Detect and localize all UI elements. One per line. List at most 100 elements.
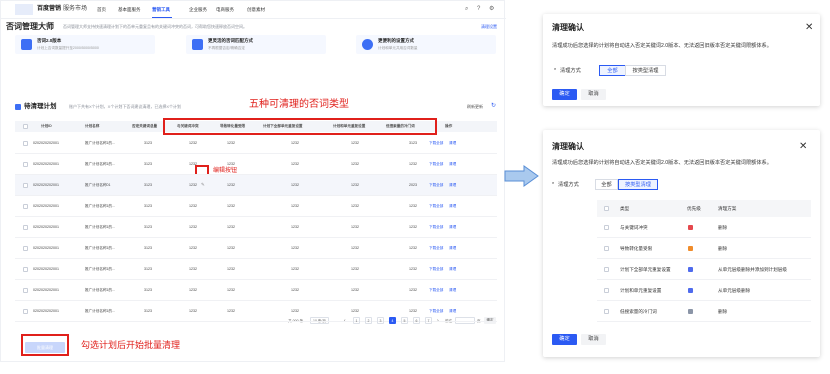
help-icon[interactable]: ?: [477, 6, 480, 12]
option-by-type[interactable]: 按类型清理: [625, 65, 666, 76]
column-header: 操作: [445, 124, 453, 128]
select-all-checkbox[interactable]: [23, 124, 28, 129]
table-cell: 0202020202001: [33, 141, 59, 145]
col-plan: 清理方案: [718, 206, 737, 211]
edit-icon[interactable]: ✎: [201, 182, 205, 188]
page-button[interactable]: 1: [353, 317, 360, 324]
priority-icon: [688, 288, 693, 293]
download-all-link[interactable]: 下载全部: [429, 288, 443, 293]
option-by-type[interactable]: 按类型清理: [618, 179, 658, 190]
row-checkbox[interactable]: [23, 225, 28, 230]
type-name: 低搜索量的冷门词: [620, 309, 657, 314]
table-cell: 1232: [291, 204, 299, 208]
option-all[interactable]: 全部: [595, 179, 618, 190]
type-checkbox[interactable]: [604, 309, 609, 314]
table-cell: 3123: [144, 309, 152, 313]
table-cell: 3123: [144, 288, 152, 292]
priority-icon: [688, 225, 693, 230]
row-checkbox[interactable]: [23, 204, 28, 209]
table-cell: 1232: [189, 204, 197, 208]
cancel-button[interactable]: 取消: [581, 334, 606, 345]
row-checkbox[interactable]: [23, 288, 28, 293]
table-cell: 2023: [409, 183, 417, 187]
clean-link[interactable]: 清理: [449, 309, 456, 314]
cancel-button[interactable]: 取消: [581, 89, 606, 100]
download-all-link[interactable]: 下载全部: [429, 225, 443, 230]
nav-ecommerce[interactable]: 电商服务: [216, 7, 234, 13]
nav-basic-service[interactable]: 基本面服务: [118, 7, 141, 13]
download-all-link[interactable]: 下载全部: [429, 162, 443, 167]
table-cell: 1232: [291, 309, 299, 313]
table-cell: 3123: [144, 267, 152, 271]
close-icon[interactable]: ✕: [805, 23, 813, 33]
download-all-link[interactable]: 下载全部: [429, 309, 443, 314]
user-menu-icon[interactable]: ⚙: [489, 6, 494, 12]
confirm-button[interactable]: 确定: [552, 334, 577, 345]
type-checkbox[interactable]: [604, 246, 609, 251]
table-cell: 1232: [227, 162, 235, 166]
table-cell: 1232: [351, 267, 359, 271]
document-icon: [21, 39, 32, 50]
annotation-types: 五种可清理的否词类型: [249, 99, 349, 110]
clean-link[interactable]: 清理: [449, 267, 456, 272]
table-cell: 推广计划名称01: [85, 183, 111, 187]
close-icon[interactable]: ✕: [799, 142, 807, 152]
cleanup-plan: 删除: [718, 246, 728, 251]
table-cell: 1232: [189, 267, 197, 271]
column-header: 与关键词冲突: [177, 124, 199, 128]
clean-link[interactable]: 清理: [449, 246, 456, 251]
row-checkbox[interactable]: [23, 162, 28, 167]
dialog-description: 清理成功后您选择的计划将自动进入否定关键词2.0版本、无法返回旧版本否定关键词限…: [552, 43, 772, 49]
clean-link[interactable]: 清理: [449, 225, 456, 230]
clean-link[interactable]: 清理: [449, 183, 456, 188]
page-button[interactable]: 2: [365, 317, 372, 324]
confirm-dialog-all: 清理确认 ✕ 清理成功后您选择的计划将自动进入否定关键词2.0版本、无法返回旧版…: [543, 14, 820, 106]
type-checkbox[interactable]: [604, 288, 609, 293]
table-cell: 0202020202001: [33, 267, 59, 271]
row-checkbox[interactable]: [23, 141, 28, 146]
clean-link[interactable]: 清理: [449, 204, 456, 209]
refresh-label[interactable]: 刷新更新: [467, 105, 483, 109]
table-cell: 1232: [189, 246, 197, 250]
clean-link[interactable]: 清理: [449, 162, 456, 167]
download-all-link[interactable]: 下载全部: [429, 204, 443, 209]
download-all-link[interactable]: 下载全部: [429, 141, 443, 146]
table-cell: 1232: [189, 162, 197, 166]
flow-arrow-icon: [504, 165, 539, 187]
confirm-button[interactable]: 确定: [552, 89, 577, 100]
table-cell: 1232: [351, 309, 359, 313]
table-cell: 1232: [351, 225, 359, 229]
page-button[interactable]: 6: [413, 317, 420, 324]
download-all-link[interactable]: 下载全部: [429, 267, 443, 272]
page-button[interactable]: 5: [401, 317, 408, 324]
match-icon: [192, 39, 203, 50]
download-all-link[interactable]: 下载全部: [429, 183, 443, 188]
clean-link[interactable]: 清理: [449, 288, 456, 293]
table-cell: 3123: [144, 204, 152, 208]
row-checkbox[interactable]: [23, 309, 28, 314]
table-cell: 推广计划名称1的...: [85, 162, 116, 166]
annotation-box-batch: [21, 334, 69, 356]
select-all-checkbox[interactable]: [604, 206, 609, 211]
cleanup-plan: 从单元层级删除: [718, 288, 751, 293]
cleanup-settings-link[interactable]: 清理设置: [481, 25, 497, 29]
row-checkbox[interactable]: [23, 267, 28, 272]
refresh-icon[interactable]: ↻: [491, 103, 496, 109]
page-button[interactable]: 4: [389, 317, 396, 324]
page-button[interactable]: 7: [425, 317, 432, 324]
row-checkbox[interactable]: [23, 183, 28, 188]
row-checkbox[interactable]: [23, 246, 28, 251]
download-all-link[interactable]: 下载全部: [429, 246, 443, 251]
nav-creative[interactable]: 创意素材: [247, 7, 265, 13]
table-cell: 0202020202001: [33, 246, 59, 250]
type-checkbox[interactable]: [604, 225, 609, 230]
option-all[interactable]: 全部: [599, 65, 626, 76]
search-icon[interactable]: ⌕: [465, 6, 468, 12]
nav-marketing-tools[interactable]: 营销工具: [152, 7, 170, 13]
page-button[interactable]: 3: [377, 317, 384, 324]
feature-card: 更便利的设置方式 计划和单元共用否词数量: [356, 35, 496, 54]
clean-link[interactable]: 清理: [449, 141, 456, 146]
nav-enterprise[interactable]: 企业服务: [189, 7, 207, 13]
type-checkbox[interactable]: [604, 267, 609, 272]
nav-home[interactable]: 首页: [97, 7, 106, 13]
